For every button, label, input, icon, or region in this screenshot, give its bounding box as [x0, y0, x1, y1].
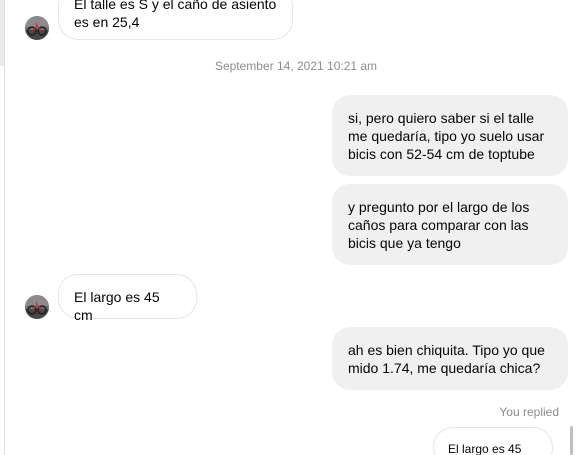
contact-avatar[interactable] — [25, 295, 49, 319]
avatar-photo-icon — [25, 295, 49, 319]
message-bubble-incoming[interactable]: El largo es 45 cm — [58, 274, 197, 323]
message-text: si, pero quiero saber si el talle me que… — [348, 110, 545, 162]
message-text: ah es bien chiquita. Tipo yo que mido 1.… — [348, 342, 545, 376]
scrollbar-thumb[interactable] — [570, 426, 573, 455]
avatar-photo-icon — [25, 16, 49, 40]
reply-indicator: You replied — [499, 405, 559, 419]
conversation-timestamp: September 14, 2021 10:21 am — [214, 59, 378, 73]
message-bubble-outgoing[interactable]: si, pero quiero saber si el talle me que… — [332, 95, 568, 176]
messenger-thread: El talle es S y el caño de asiento es en… — [0, 0, 578, 455]
message-text: El talle es S y el caño de asiento es en… — [74, 0, 277, 30]
message-bubble-outgoing[interactable]: y pregunto por el largo de los caños par… — [332, 184, 568, 265]
message-text: El largo es 45 cm — [74, 289, 160, 323]
contact-avatar[interactable] — [25, 16, 49, 40]
quoted-reply-bubble[interactable]: El largo es 45 cm — [433, 427, 553, 455]
message-bubble-incoming[interactable]: El talle es S y el caño de asiento es en… — [58, 0, 293, 40]
message-text: y pregunto por el largo de los caños par… — [348, 199, 530, 251]
message-bubble-outgoing[interactable]: ah es bien chiquita. Tipo yo que mido 1.… — [332, 327, 568, 390]
quoted-reply-text: El largo es 45 cm — [448, 442, 522, 455]
